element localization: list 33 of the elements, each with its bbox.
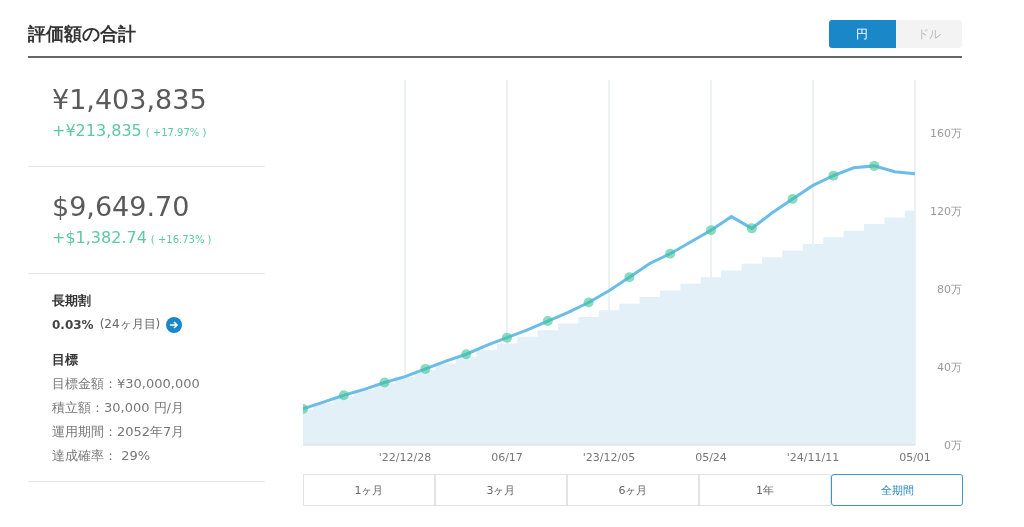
range-tab[interactable]: 1ヶ月 xyxy=(303,474,435,506)
y-axis-label: 40万 xyxy=(937,360,962,374)
goal-detail: 目標金額：¥30,000,000 xyxy=(52,375,201,393)
range-tab[interactable]: 1年 xyxy=(699,474,831,506)
range-tab[interactable]: 6ヶ月 xyxy=(567,474,699,506)
section-title: 目標 xyxy=(52,351,79,369)
gain-value: +$1,382.74 xyxy=(52,228,147,247)
x-axis-label: '24/11/11 xyxy=(786,451,840,464)
x-axis-label: 06/17 xyxy=(491,451,523,464)
y-axis-label: 120万 xyxy=(930,204,962,218)
discount-months: (24ヶ月目) xyxy=(99,316,161,333)
gain-percent: ( +17.97% ) xyxy=(145,127,207,138)
range-tab[interactable]: 3ヶ月 xyxy=(435,474,567,506)
goal-detail: 積立額：30,000 円/月 xyxy=(52,399,185,417)
goal-detail: 達成確率： 29% xyxy=(52,447,152,465)
page-title: 評価額の合計 xyxy=(28,22,136,46)
x-axis-label: '23/12/05 xyxy=(582,451,636,464)
x-axis-label: '22/12/28 xyxy=(378,451,432,464)
y-axis-label: 80万 xyxy=(937,282,962,296)
gain-value: +¥213,835 xyxy=(52,121,142,140)
y-axis-label: 0万 xyxy=(944,439,962,452)
section-title: 長期割 xyxy=(52,292,92,310)
goal-detail: 運用期間：2052年7月 xyxy=(52,423,186,441)
x-axis-label: 05/01 xyxy=(899,451,931,464)
x-axis-label: 05/24 xyxy=(695,451,727,464)
currency-toggle-button[interactable]: 円 xyxy=(829,20,896,48)
gain-percent: ( +16.73% ) xyxy=(150,234,212,245)
total-value: $9,649.70 xyxy=(52,191,191,222)
discount-rate: 0.03% xyxy=(52,317,94,332)
range-tab[interactable]: 全期間 xyxy=(831,474,963,506)
arrow-right-icon[interactable] xyxy=(166,316,183,333)
y-axis-label: 160万 xyxy=(930,126,962,140)
total-value: ¥1,403,835 xyxy=(52,84,208,115)
